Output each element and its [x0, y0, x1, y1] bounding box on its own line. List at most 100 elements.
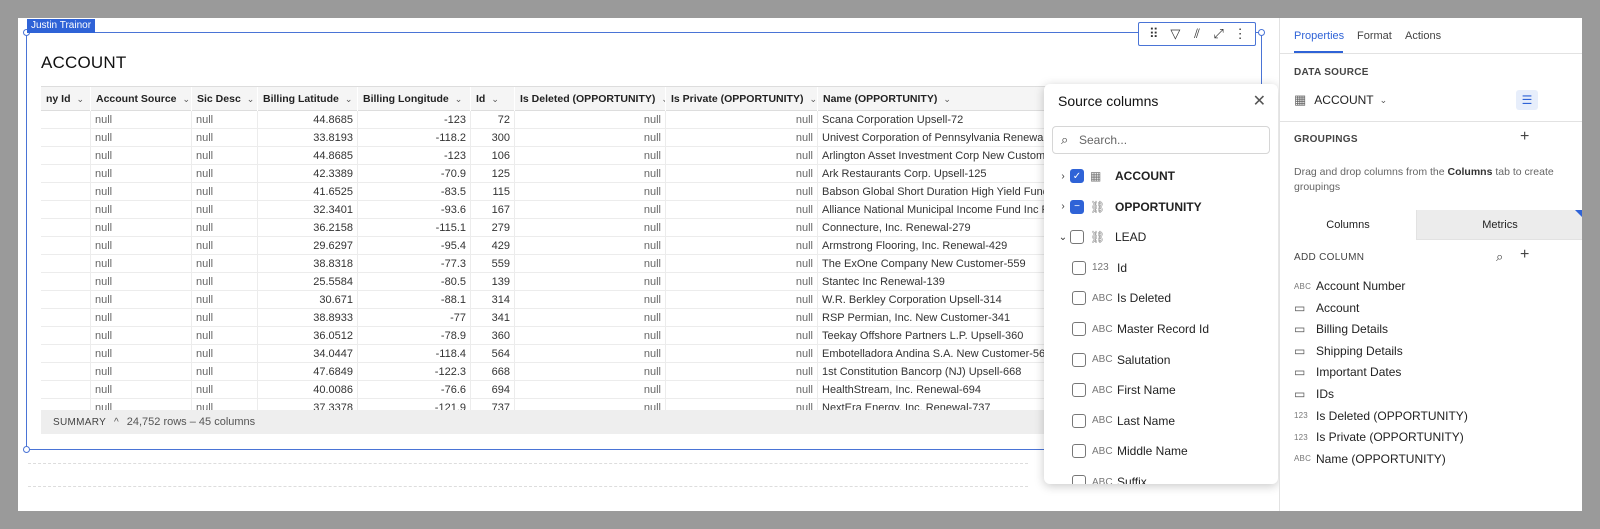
more-icon[interactable]: ⋮	[1232, 26, 1248, 42]
table-cell[interactable]: 32.3401	[258, 201, 358, 219]
table-cell[interactable]: 279	[471, 219, 515, 237]
table-cell[interactable]: 41.6525	[258, 183, 358, 201]
source-column-item[interactable]: ABC Master Record Id	[1044, 317, 1278, 341]
search-icon[interactable]: ⌕	[1496, 249, 1503, 265]
resize-handle[interactable]	[1258, 29, 1265, 36]
table-cell[interactable]: Arlington Asset Investment Corp New Cust…	[818, 147, 1058, 165]
table-cell[interactable]: -80.5	[358, 273, 471, 291]
table-cell[interactable]: null	[91, 111, 192, 129]
table-cell[interactable]: Armstrong Flooring, Inc. Renewal-429	[818, 237, 1058, 255]
filter-icon[interactable]: ▽	[1167, 26, 1183, 42]
chevron-down-icon[interactable]: ⌄	[809, 94, 817, 104]
table-cell[interactable]	[41, 129, 91, 147]
column-list-item[interactable]: ABC Name (OPPORTUNITY)	[1294, 449, 1446, 469]
table-cell[interactable]	[41, 273, 91, 291]
table-cell[interactable]: null	[515, 147, 666, 165]
table-cell[interactable]: null	[515, 165, 666, 183]
table-cell[interactable]	[41, 219, 91, 237]
table-cell[interactable]: Teekay Offshore Partners L.P. Upsell-360	[818, 327, 1058, 345]
checkbox[interactable]: ✓	[1070, 169, 1084, 183]
column-header[interactable]: Sic Desc ⌄	[192, 87, 258, 111]
table-cell[interactable]: -83.5	[358, 183, 471, 201]
table-cell[interactable]: null	[515, 345, 666, 363]
column-list-item[interactable]: ▭ Shipping Details	[1294, 341, 1403, 361]
table-cell[interactable]: null	[192, 165, 258, 183]
table-cell[interactable]: -95.4	[358, 237, 471, 255]
column-list-item[interactable]: ▭ Important Dates	[1294, 362, 1401, 382]
search-input[interactable]	[1079, 132, 1259, 148]
source-column-item[interactable]: › − ⛓ OPPORTUNITY	[1044, 195, 1278, 219]
table-cell[interactable]	[41, 327, 91, 345]
table-cell[interactable]: null	[666, 201, 818, 219]
table-cell[interactable]: 314	[471, 291, 515, 309]
tab-actions[interactable]: Actions	[1405, 30, 1441, 42]
checkbox[interactable]	[1072, 444, 1086, 459]
tab-columns[interactable]: Columns	[1280, 210, 1416, 240]
table-cell[interactable]: null	[515, 309, 666, 327]
chevron-down-icon[interactable]: ⌄	[183, 94, 191, 104]
column-header[interactable]: Id ⌄	[471, 87, 515, 111]
column-list-item[interactable]: 123 Is Deleted (OPPORTUNITY)	[1294, 406, 1468, 426]
table-cell[interactable]	[41, 183, 91, 201]
table-cell[interactable]: null	[666, 399, 818, 410]
table-cell[interactable]: 72	[471, 111, 515, 129]
list-icon[interactable]: ☰	[1516, 90, 1538, 110]
table-cell[interactable]: null	[515, 255, 666, 273]
table-cell[interactable]: null	[192, 237, 258, 255]
table-cell[interactable]: -122.3	[358, 363, 471, 381]
column-header[interactable]: Billing Longitude ⌄	[358, 87, 471, 111]
table-cell[interactable]: null	[192, 147, 258, 165]
table-cell[interactable]	[41, 399, 91, 410]
table-cell[interactable]: Scana Corporation Upsell-72	[818, 111, 1058, 129]
table-cell[interactable]: null	[91, 309, 192, 327]
table-cell[interactable]: null	[91, 345, 192, 363]
table-cell[interactable]: -76.6	[358, 381, 471, 399]
column-header[interactable]: Name (OPPORTUNITY) ⌄	[818, 87, 1058, 111]
table-cell[interactable]: null	[515, 183, 666, 201]
table-cell[interactable]: null	[91, 381, 192, 399]
add-column-plus-icon[interactable]: +	[1520, 246, 1529, 264]
table-cell[interactable]: null	[515, 399, 666, 410]
table-cell[interactable]: null	[91, 219, 192, 237]
table-cell[interactable]: 360	[471, 327, 515, 345]
table-cell[interactable]: 30.671	[258, 291, 358, 309]
column-list-item[interactable]: ABC Account Number	[1294, 276, 1405, 296]
table-cell[interactable]: null	[192, 183, 258, 201]
table-cell[interactable]: W.R. Berkley Corporation Upsell-314	[818, 291, 1058, 309]
table-cell[interactable]: null	[192, 381, 258, 399]
column-list-item[interactable]: 123 Is Private (OPPORTUNITY)	[1294, 427, 1464, 447]
table-cell[interactable]: null	[192, 273, 258, 291]
table-cell[interactable]: 40.0086	[258, 381, 358, 399]
table-cell[interactable]: null	[515, 273, 666, 291]
table-cell[interactable]: null	[91, 165, 192, 183]
chevron-down-icon[interactable]: ⌄	[943, 94, 951, 104]
table-cell[interactable]: null	[666, 111, 818, 129]
table-cell[interactable]: 34.0447	[258, 345, 358, 363]
table-cell[interactable]: null	[666, 345, 818, 363]
summary-bar[interactable]: SUMMARY ^ 24,752 rows – 45 columns	[41, 410, 1061, 434]
table-cell[interactable]: null	[666, 237, 818, 255]
table-cell[interactable]: Embotelladora Andina S.A. New Customer-5…	[818, 345, 1058, 363]
table-cell[interactable]: null	[515, 237, 666, 255]
tab-format[interactable]: Format	[1357, 30, 1392, 42]
table-cell[interactable]: null	[91, 147, 192, 165]
table-cell[interactable]: null	[515, 219, 666, 237]
table-cell[interactable]	[41, 165, 91, 183]
table-cell[interactable]	[41, 291, 91, 309]
caret-up-icon[interactable]: ^	[114, 417, 119, 428]
table-cell[interactable]: null	[515, 363, 666, 381]
column-header[interactable]: Is Private (OPPORTUNITY) ⌄	[666, 87, 818, 111]
source-column-item[interactable]: › ✓ ▦ ACCOUNT	[1044, 164, 1278, 188]
checkbox[interactable]	[1072, 291, 1086, 306]
table-cell[interactable]: null	[91, 291, 192, 309]
table-cell[interactable]: null	[192, 219, 258, 237]
checkbox[interactable]	[1072, 475, 1086, 484]
table-cell[interactable]: null	[666, 183, 818, 201]
table-cell[interactable]	[41, 201, 91, 219]
source-column-item[interactable]: ABC First Name	[1044, 378, 1278, 402]
table-cell[interactable]	[41, 147, 91, 165]
table-cell[interactable]: 36.2158	[258, 219, 358, 237]
expand-icon[interactable]: ⤢	[1211, 26, 1227, 42]
table-cell[interactable]: null	[666, 363, 818, 381]
chevron-down-icon[interactable]: ⌄	[345, 94, 353, 104]
